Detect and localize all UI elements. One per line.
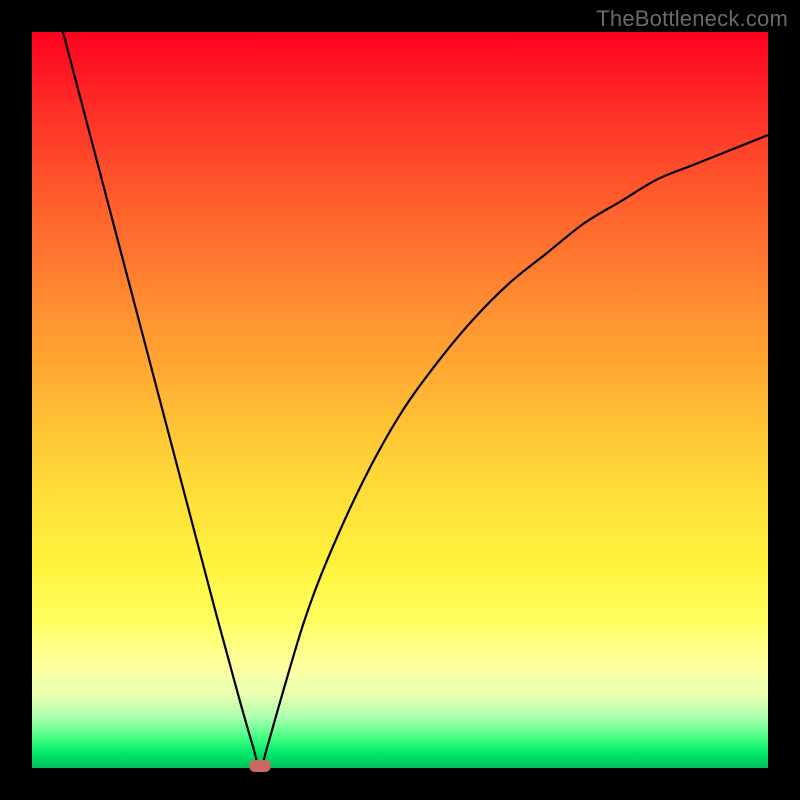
watermark-text: TheBottleneck.com [596,6,788,32]
curve-path [32,0,768,768]
bottleneck-curve [32,32,768,768]
chart-frame: TheBottleneck.com [0,0,800,800]
plot-area [32,32,768,768]
minimum-marker [249,760,271,772]
